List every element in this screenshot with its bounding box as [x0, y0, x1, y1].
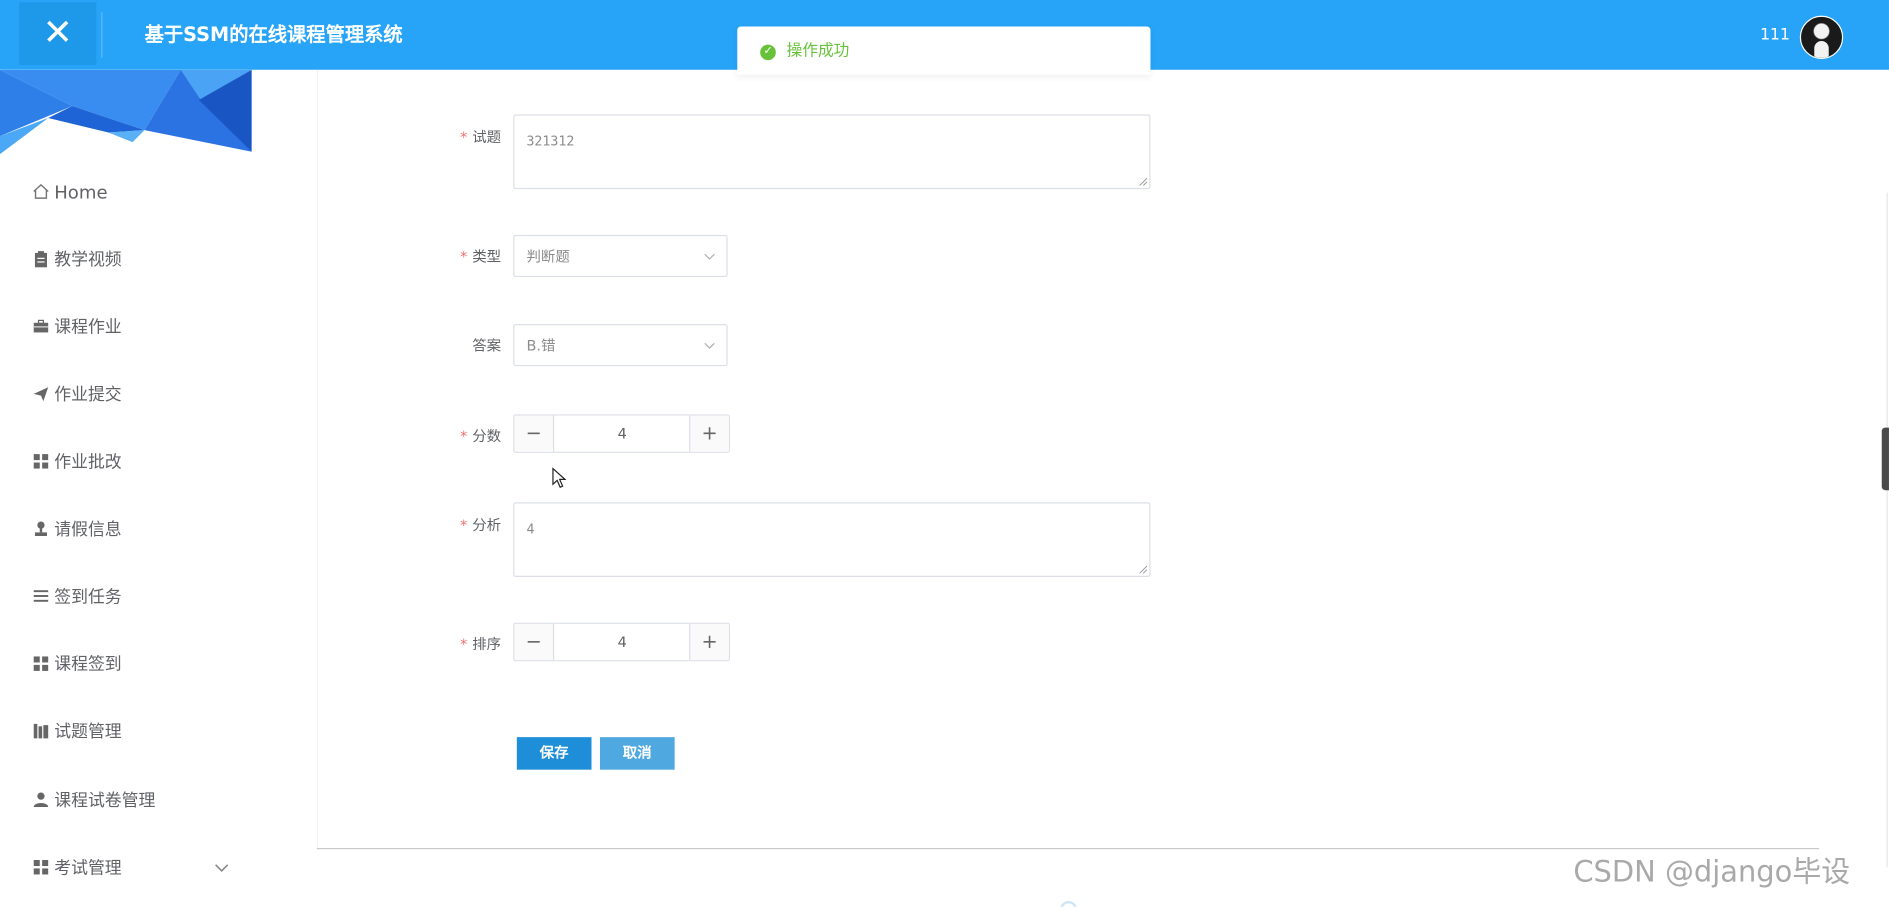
sidebar-item-label: 课程签到 — [54, 655, 122, 675]
sidebar-item-label: 签到任务 — [54, 587, 122, 608]
score-stepper: − 4 + — [513, 414, 731, 453]
sidebar: Home 教学视频 课程作业 作业提交 作业批改 请假信息 签到任务 课程签到 — [0, 69, 252, 907]
type-label: * 类型 — [460, 248, 502, 265]
sidebar-item-label: 试题管理 — [54, 722, 122, 742]
sidebar-item-course-homework[interactable]: 课程作业 — [0, 304, 252, 352]
score-label: * 分数 — [460, 427, 502, 445]
chevron-down-icon — [704, 253, 715, 260]
home-icon — [33, 183, 49, 199]
mouse-cursor-icon — [552, 467, 567, 489]
app-screen: ✕ 基于SSM的在线课程管理系统 111 ✓ 操作成功 Home 教学视频 课程… — [0, 0, 1889, 907]
order-stepper: − 4 + — [513, 622, 731, 662]
sidebar-item-teaching-video[interactable]: 教学视频 — [0, 236, 252, 284]
stamp-icon — [34, 521, 47, 537]
header-divider — [101, 12, 103, 58]
answer-select[interactable]: B.错 — [513, 324, 728, 367]
avatar[interactable] — [1799, 15, 1844, 60]
type-select[interactable]: 判断题 — [513, 234, 728, 278]
list-icon — [33, 590, 49, 602]
sidebar-item-checkin-task[interactable]: 签到任务 — [0, 573, 252, 621]
app-title: 基于SSM的在线课程管理系统 — [144, 22, 403, 46]
score-decrement-button[interactable]: − — [514, 415, 555, 452]
close-icon: ✕ — [42, 12, 73, 55]
user-icon — [33, 792, 49, 808]
order-label: * 排序 — [460, 635, 502, 653]
sidebar-item-homework-review[interactable]: 作业批改 — [0, 438, 252, 486]
scrollbar-thumb[interactable] — [1881, 427, 1889, 491]
resize-grip-icon — [1139, 565, 1148, 574]
sidebar-item-leave-info[interactable]: 请假信息 — [0, 506, 252, 554]
chevron-down-icon — [215, 864, 229, 872]
sidebar-item-course-checkin[interactable]: 课程签到 — [0, 641, 252, 689]
sidebar-item-exam-paper-management[interactable]: 课程试卷管理 — [0, 777, 252, 825]
cancel-button[interactable]: 取消 — [599, 737, 675, 770]
answer-select-value: B.错 — [526, 337, 556, 355]
grid-icon — [33, 454, 49, 469]
books-icon — [33, 723, 49, 739]
answer-label: 答案 — [472, 337, 502, 355]
close-menu-button[interactable]: ✕ — [19, 2, 97, 66]
sidebar-item-home[interactable]: Home — [0, 169, 252, 217]
success-toast: ✓ 操作成功 — [737, 26, 1151, 75]
sidebar-banner-image — [0, 69, 252, 155]
sidebar-item-exam-management[interactable]: 考试管理 — [0, 844, 252, 892]
resize-grip-icon — [1139, 177, 1148, 186]
score-increment-button[interactable]: + — [689, 415, 729, 452]
chevron-down-icon — [704, 342, 715, 349]
sidebar-item-label: 请假信息 — [54, 520, 122, 540]
content-divider — [316, 847, 1820, 850]
save-button[interactable]: 保存 — [516, 737, 592, 770]
order-decrement-button[interactable]: − — [514, 623, 555, 661]
analysis-textarea[interactable]: 4 — [513, 502, 1151, 577]
briefcase-icon — [33, 319, 49, 333]
sidebar-item-label: 作业提交 — [54, 385, 122, 405]
sidebar-item-question-management[interactable]: 试题管理 — [0, 708, 252, 756]
grid-icon — [33, 860, 49, 875]
type-select-value: 判断题 — [526, 248, 570, 265]
toast-message: 操作成功 — [786, 42, 850, 61]
sidebar-item-label: 考试管理 — [54, 858, 122, 879]
watermark-text: CSDN @django毕设 — [1573, 855, 1851, 889]
clipboard-icon — [34, 251, 47, 268]
grid-icon — [33, 656, 49, 671]
main-content — [251, 69, 1889, 907]
content-panel-edge — [316, 69, 319, 850]
scrollbar-track — [1886, 192, 1888, 868]
analysis-value: 4 — [526, 521, 535, 538]
check-circle-icon: ✓ — [760, 44, 776, 61]
order-increment-button[interactable]: + — [689, 623, 729, 661]
sidebar-item-label: 课程作业 — [54, 317, 122, 338]
sidebar-item-label: 教学视频 — [54, 250, 122, 270]
user-name[interactable]: 111 — [1760, 24, 1790, 48]
question-value: 321312 — [526, 133, 575, 150]
question-label: * 试题 — [460, 128, 502, 146]
order-value[interactable]: 4 — [554, 624, 690, 660]
paper-plane-icon — [33, 387, 49, 402]
score-value[interactable]: 4 — [554, 416, 690, 452]
sidebar-item-label: Home — [54, 181, 108, 204]
question-textarea[interactable]: 321312 — [513, 114, 1151, 190]
sidebar-item-label: 作业批改 — [54, 452, 122, 473]
analysis-label: * 分析 — [460, 516, 502, 534]
sidebar-item-homework-submit[interactable]: 作业提交 — [0, 371, 252, 419]
sidebar-item-label: 课程试卷管理 — [54, 791, 156, 811]
